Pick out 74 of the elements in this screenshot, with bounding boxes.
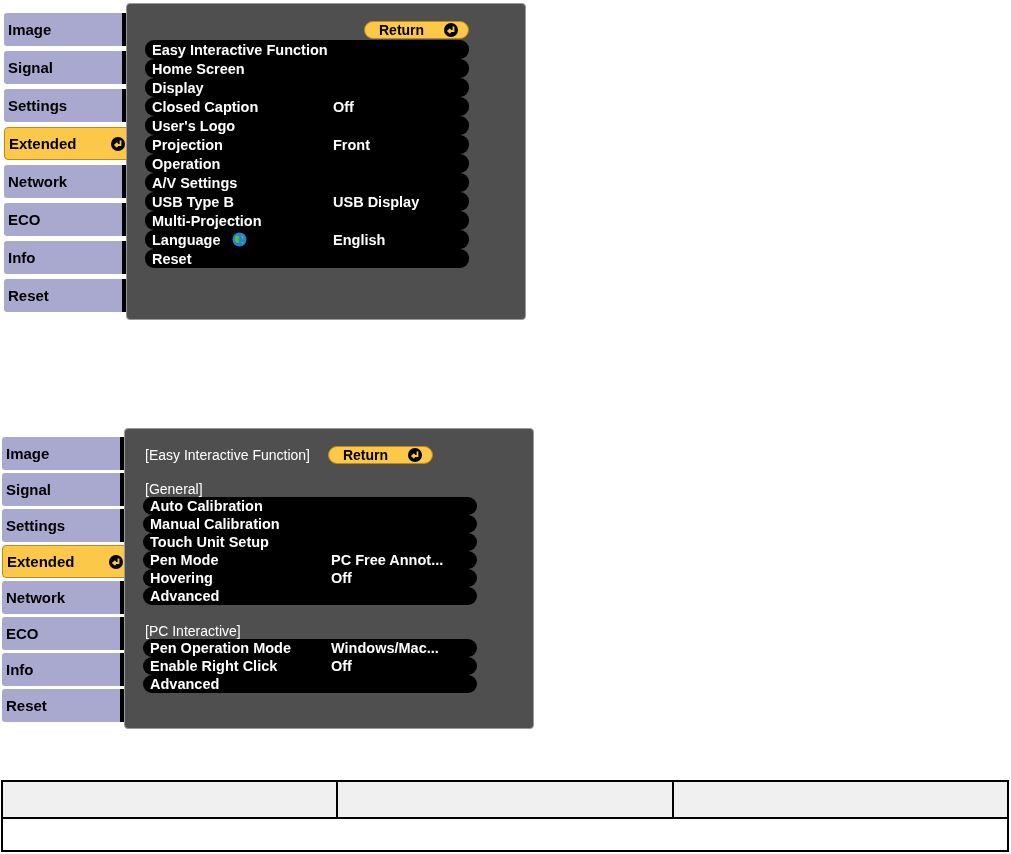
menu-tab[interactable]: Info [4,241,126,274]
globe-icon [232,232,248,247]
menu-item[interactable]: Reset [145,249,469,268]
menu-item[interactable]: Projection Front [145,135,469,154]
section-heading: [General] [145,481,204,497]
menu-item[interactable]: Hovering Off [143,569,477,587]
item-value: Off [331,658,352,674]
menu-item[interactable]: A/V Settings [145,173,469,192]
menu-tab[interactable]: Image [4,13,126,46]
menu-tab[interactable]: Settings [2,509,124,542]
item-label: User's Logo [152,117,236,134]
item-label: Multi-Projection [152,212,262,229]
item-label: Closed Caption [152,98,259,115]
item-value: Off [331,570,352,586]
menu-item[interactable]: Language English [145,230,469,249]
item-label: Display [152,79,204,96]
item-label: USB Type B [152,193,234,210]
item-value: USB Display [333,193,420,210]
menu-item[interactable]: Auto Calibration [143,497,477,515]
menu-tab[interactable]: ECO [4,203,126,236]
return-button[interactable]: Return [364,21,469,39]
menu-item[interactable]: Display [145,78,469,97]
menu-tab[interactable]: Reset [4,279,126,312]
item-value: English [333,231,386,248]
item-label: Operation [152,155,221,172]
item-label: Pen Mode [150,552,219,568]
menu-tab[interactable]: Image [2,437,124,470]
menu-item[interactable]: Pen Operation Mode Windows/Mac... [143,639,477,657]
menu-item[interactable]: USB Type B USB Display [145,192,469,211]
menu-item[interactable]: Home Screen [145,59,469,78]
item-label: Manual Calibration [150,516,280,532]
menu-item[interactable]: Advanced [143,675,477,693]
item-label: Reset [152,250,192,267]
item-label: Language [152,231,221,248]
item-label: Advanced [150,588,220,604]
enter-icon [109,554,123,569]
item-label: A/V Settings [152,174,238,191]
menu-tab[interactable]: Network [4,165,126,198]
menu-tab[interactable]: Info [2,653,124,686]
item-value: Windows/Mac... [331,640,439,656]
menu-item[interactable]: Enable Right Click Off [143,657,477,675]
item-label: Easy Interactive Function [152,41,328,58]
item-label: Touch Unit Setup [150,534,269,550]
item-value: PC Free Annot... [331,552,444,568]
item-label: Home Screen [152,60,245,77]
menu-tab[interactable]: Settings [4,89,126,122]
menu-tab[interactable]: ECO [2,617,124,650]
menu-item[interactable]: Operation [145,154,469,173]
enter-icon [407,448,422,462]
menu-item[interactable]: Touch Unit Setup [143,533,477,551]
menu-item[interactable]: Manual Calibration [143,515,477,533]
menu-item[interactable]: Pen Mode PC Free Annot... [143,551,477,569]
item-label: Pen Operation Mode [150,640,291,656]
item-label: Auto Calibration [150,498,263,514]
submenu-title: [Easy Interactive Function] [145,447,310,463]
menu-item[interactable]: Multi-Projection [145,211,469,230]
item-value: Off [333,98,354,115]
return-button[interactable]: Return [327,446,433,464]
menu-tab[interactable]: Signal [4,51,126,84]
menu-item[interactable]: User's Logo [145,116,469,135]
menu-item[interactable]: Advanced [143,587,477,605]
item-value: Front [333,136,371,153]
enter-icon [111,136,125,151]
item-label: Enable Right Click [150,658,278,674]
item-label: Hovering [150,570,213,586]
enter-icon [444,23,458,37]
menu-tab[interactable]: Reset [2,689,124,722]
item-label: Projection [152,136,223,153]
menu-tab[interactable]: Signal [2,473,124,506]
item-label: Advanced [150,676,220,692]
menu-item[interactable]: Easy Interactive Function [145,40,469,59]
menu-item[interactable]: Closed Caption Off [145,97,469,116]
section-heading: [PC Interactive] [145,623,242,639]
menu-tab[interactable]: Network [2,581,124,614]
